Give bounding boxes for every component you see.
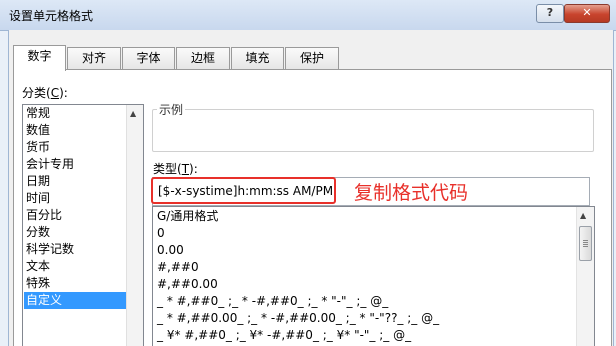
tab-protection[interactable]: 保护 [285,47,339,69]
format-item[interactable]: _ * #,##0_ ;_ * -#,##0_ ;_ * "-"_ ;_ @_ [157,293,388,310]
category-item[interactable]: 货币 [26,139,50,156]
category-item[interactable]: 会计专用 [26,156,74,173]
close-button[interactable]: ✕ [564,4,610,23]
scroll-up-arrow-icon[interactable]: ▲ [130,109,136,118]
format-item[interactable]: _ ¥* #,##0_ ;_ ¥* -#,##0_ ;_ ¥* "-"_ ;_ … [157,327,411,344]
category-item[interactable]: 文本 [26,258,50,275]
category-item-selected[interactable]: 自定义 [24,292,126,309]
scroll-up-arrow-icon[interactable]: ▲ [580,211,586,220]
category-item[interactable]: 数值 [26,122,50,139]
category-item[interactable]: 百分比 [26,207,62,224]
category-item[interactable]: 日期 [26,173,50,190]
type-label: 类型(T): [153,162,198,176]
sample-box [152,109,594,152]
tab-alignment[interactable]: 对齐 [67,47,121,69]
format-cells-dialog: 设置单元格格式 ? ✕ 数字 对齐 字体 边框 填充 保护 分类(C): 常规 … [0,0,616,346]
category-item[interactable]: 常规 [26,105,50,122]
grip-line [583,240,588,241]
category-item[interactable]: 时间 [26,190,50,207]
format-item[interactable]: 0 [157,225,165,242]
dialog-title: 设置单元格格式 [9,9,94,23]
grip-line [583,242,588,243]
category-scrollbar[interactable]: ▲ [126,105,143,346]
format-list-scrollbar[interactable]: ▲ [576,207,594,346]
format-item[interactable]: _ * #,##0.00_ ;_ * -#,##0.00_ ;_ * "-"??… [157,310,439,327]
format-item[interactable]: G/通用格式 [157,208,218,225]
category-item[interactable]: 分数 [26,224,50,241]
tab-number[interactable]: 数字 [13,45,66,71]
help-button[interactable]: ? [536,4,564,23]
format-item[interactable]: #,##0 [157,259,199,276]
title-bar: 设置单元格格式 ? ✕ [0,0,616,31]
tab-font[interactable]: 字体 [122,47,175,69]
annotation-text: 复制格式代码 [354,182,469,204]
category-item[interactable]: 特殊 [26,275,50,292]
category-list[interactable]: 常规 数值 货币 会计专用 日期 时间 百分比 分数 科学记数 文本 特殊 自定… [22,104,144,346]
sample-label: 示例 [157,101,186,118]
format-code-list[interactable]: G/通用格式 0 0.00 #,##0 #,##0.00 _ * #,##0_ … [152,206,595,346]
scrollbar-thumb[interactable] [579,226,592,261]
category-item[interactable]: 科学记数 [26,241,74,258]
grip-line [583,246,588,247]
annotation-highlight-box [151,177,336,204]
format-item[interactable]: #,##0.00 [157,276,218,293]
grip-line [583,244,588,245]
tab-fill[interactable]: 填充 [231,47,284,69]
tab-border[interactable]: 边框 [176,47,230,69]
format-item[interactable]: 0.00 [157,242,184,259]
category-label: 分类(C): [22,86,68,100]
